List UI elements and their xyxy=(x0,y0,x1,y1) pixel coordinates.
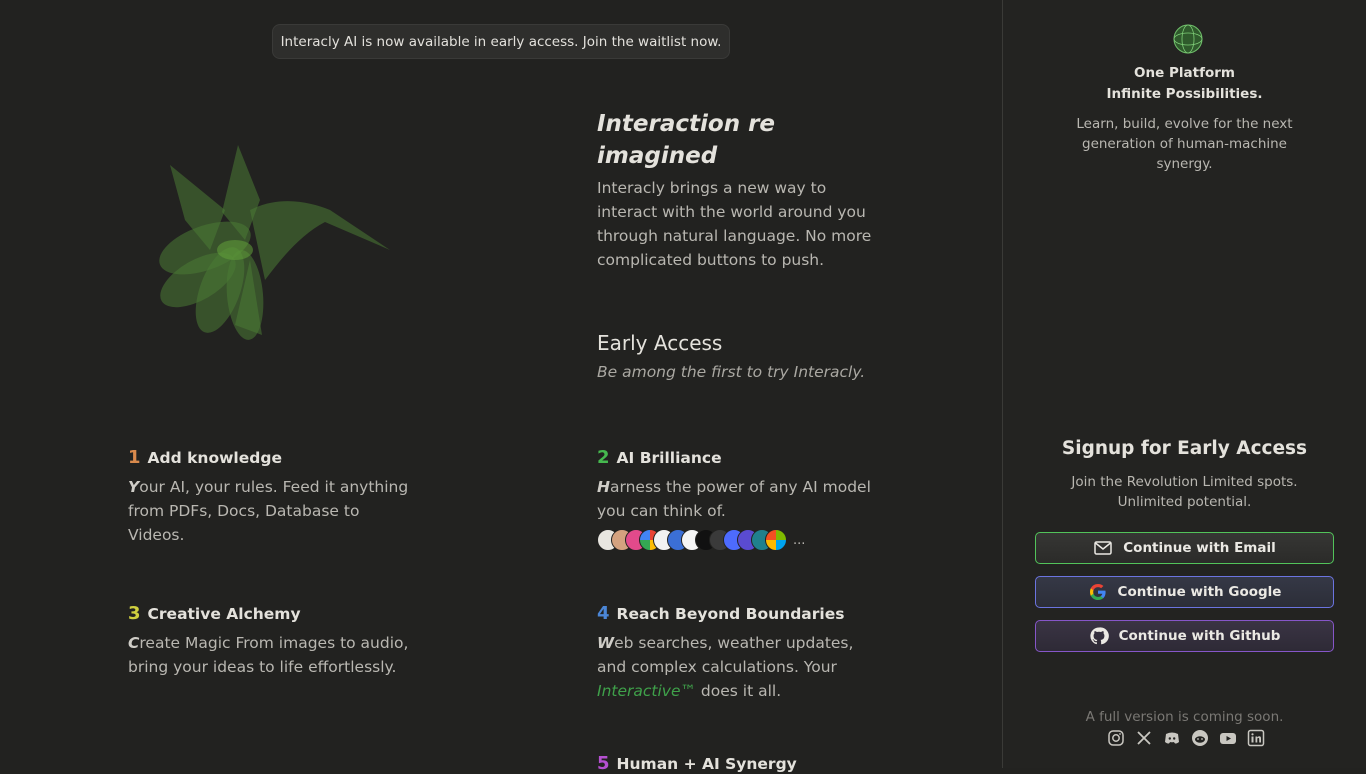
feature-title: Reach Beyond Boundaries xyxy=(616,605,845,623)
feature-reach-beyond: 4 Reach Beyond Boundaries Web searches, … xyxy=(597,603,887,703)
linkedin-icon[interactable] xyxy=(1247,729,1265,747)
feature-description: Your AI, your rules. Feed it anything fr… xyxy=(128,478,409,544)
feature-add-knowledge: 1 Add knowledge Your AI, your rules. Fee… xyxy=(128,447,418,547)
signup-title: Signup for Early Access xyxy=(1061,438,1308,459)
feature-description: Create Magic From images to audio, bring… xyxy=(128,634,409,676)
feature-title: Human + AI Synergy xyxy=(616,755,797,773)
continue-with-github-button[interactable]: Continue with Github xyxy=(1035,620,1334,652)
continue-with-google-button[interactable]: Continue with Google xyxy=(1035,576,1334,608)
early-access-title: Early Access xyxy=(597,331,723,355)
discord-icon[interactable] xyxy=(1163,729,1181,747)
feature-creative-alchemy: 3 Creative Alchemy Create Magic From ima… xyxy=(128,603,418,679)
brand-interactive: Interactive™ xyxy=(597,682,696,700)
github-icon xyxy=(1089,627,1109,645)
signup-description: Join the Revolution Limited spots. Unlim… xyxy=(1071,474,1298,510)
feature-number: 1 xyxy=(128,447,141,468)
signup-sidebar: One Platform Infinite Possibilities. Lea… xyxy=(1003,0,1366,768)
ai-model-icons: ... xyxy=(597,528,805,552)
feature-human-ai-synergy: 5 Human + AI Synergy xyxy=(597,753,887,774)
github-button-label: Continue with Github xyxy=(1118,628,1281,644)
more-models: ... xyxy=(793,532,806,548)
email-button-label: Continue with Email xyxy=(1123,540,1276,556)
feature-title: Add knowledge xyxy=(147,449,282,467)
tagline-infinite: Infinite Possibilities. xyxy=(1106,86,1263,102)
hero-description: Interacly brings a new way to interact w… xyxy=(597,179,872,269)
feature-title: AI Brilliance xyxy=(616,449,722,467)
footer-note: A full version is coming soon. xyxy=(1085,709,1284,725)
sidebar-description: Learn, build, evolve for the next genera… xyxy=(1076,116,1293,172)
feature-ai-brilliance: 2 AI Brilliance Harness the power of any… xyxy=(597,447,887,523)
banner-text: Interacly AI is now available in early a… xyxy=(280,33,722,50)
google-button-label: Continue with Google xyxy=(1117,584,1282,600)
globe-logo-icon xyxy=(1173,24,1203,54)
feature-description: Web searches, weather updates, and compl… xyxy=(597,634,854,700)
social-links xyxy=(1107,729,1265,747)
continue-with-email-button[interactable]: Continue with Email xyxy=(1035,532,1334,564)
feature-number: 4 xyxy=(597,603,610,624)
google-icon xyxy=(1089,584,1106,600)
feature-description: Harness the power of any AI model you ca… xyxy=(597,478,871,520)
hero-title: Interaction re imagined xyxy=(597,111,776,169)
tagline-one-platform: One Platform xyxy=(1134,65,1235,81)
microsoft-icon xyxy=(765,529,787,551)
feature-number: 2 xyxy=(597,447,610,468)
instagram-icon[interactable] xyxy=(1107,729,1125,747)
feature-title: Creative Alchemy xyxy=(147,605,301,623)
announcement-banner[interactable]: Interacly AI is now available in early a… xyxy=(272,24,730,59)
youtube-icon[interactable] xyxy=(1219,729,1237,747)
early-access-subtitle: Be among the first to try Interacly. xyxy=(597,363,866,381)
feature-number: 5 xyxy=(597,753,610,774)
hummingbird-logo xyxy=(159,145,390,340)
mail-icon xyxy=(1094,541,1113,555)
reddit-icon[interactable] xyxy=(1191,729,1209,747)
main-content: Interacly AI is now available in early a… xyxy=(0,0,1002,774)
x-icon[interactable] xyxy=(1135,729,1153,747)
feature-number: 3 xyxy=(128,603,141,624)
